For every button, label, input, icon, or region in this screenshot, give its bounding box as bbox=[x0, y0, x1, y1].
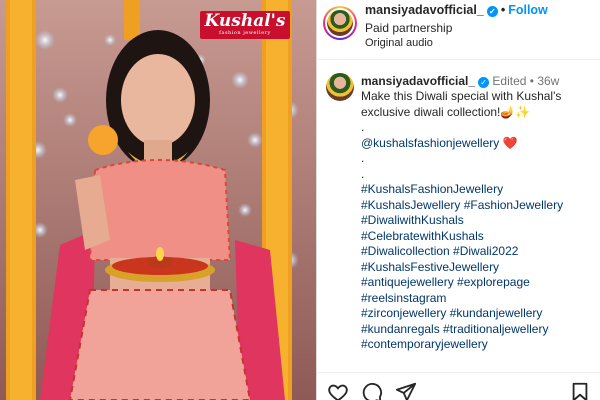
kushals-logo: Kushal's fashion jewellery bbox=[200, 11, 290, 39]
avatar bbox=[327, 10, 353, 36]
hashtag-link[interactable]: #antiquejewellery #explorepage bbox=[361, 275, 530, 289]
caption-line: #KushalsJewellery #FashionJewellery bbox=[361, 198, 593, 214]
hashtag-link[interactable]: #kundanregals #traditionaljewellery bbox=[361, 322, 548, 336]
hashtag-link[interactable]: #Diwalicollection #Diwali2022 bbox=[361, 244, 518, 258]
caption-line: #CelebratewithKushals bbox=[361, 229, 593, 245]
paid-partnership-label[interactable]: Paid partnership bbox=[365, 21, 452, 35]
comment-icon[interactable] bbox=[361, 381, 383, 400]
caption-line: #zirconjewellery #kundanjewellery bbox=[361, 306, 593, 322]
caption-text: Make this Diwali special with Kushal's ex… bbox=[361, 89, 593, 353]
header-separator: • bbox=[500, 3, 506, 17]
caption-line: #KushalsFashionJewellery bbox=[361, 182, 593, 198]
hashtag-link[interactable]: #DiwaliwithKushals bbox=[361, 213, 464, 227]
caption-verified-icon: ✓ bbox=[478, 77, 490, 88]
caption-line: #contemporaryjewellery bbox=[361, 337, 593, 353]
caption-line: exclusive diwali collection!🪔✨ bbox=[361, 105, 593, 121]
brand-logo-text: Kushal's bbox=[204, 11, 286, 31]
post-media[interactable]: Kushal's fashion jewellery bbox=[0, 0, 316, 400]
caption-line: #Diwalicollection #Diwali2022 bbox=[361, 244, 593, 260]
hashtag-link[interactable]: #zirconjewellery #kundanjewellery bbox=[361, 306, 542, 320]
share-icon[interactable] bbox=[395, 381, 417, 400]
caption-line: @kushalsfashionjewellery ❤️ bbox=[361, 136, 593, 152]
caption-line: . bbox=[361, 120, 593, 136]
caption-line-text: Make this Diwali special with Kushal's bbox=[361, 89, 562, 103]
caption-username[interactable]: mansiyadavofficial_ bbox=[361, 74, 475, 88]
caption-avatar[interactable] bbox=[326, 73, 354, 101]
original-audio-link[interactable]: Original audio bbox=[365, 37, 433, 49]
post-age[interactable]: 36w bbox=[537, 74, 559, 88]
caption-line: #antiquejewellery #explorepage bbox=[361, 275, 593, 291]
heart-icon[interactable] bbox=[327, 381, 349, 400]
caption-line: Make this Diwali special with Kushal's bbox=[361, 89, 593, 105]
caption-line: #kundanregals #traditionaljewellery bbox=[361, 322, 593, 338]
bookmark-icon[interactable] bbox=[569, 381, 591, 400]
caption-header: mansiyadavofficial_ ✓ Edited • 36w bbox=[361, 74, 559, 88]
hashtag-link[interactable]: @kushalsfashionjewellery bbox=[361, 136, 499, 150]
caption-line: . bbox=[361, 151, 593, 167]
hashtag-link[interactable]: #reelsinstagram bbox=[361, 291, 446, 305]
heart-emoji: ❤️ bbox=[499, 135, 518, 150]
post-image bbox=[0, 0, 316, 400]
caption-separator: • bbox=[529, 74, 534, 88]
header-user-row: mansiyadavofficial_ ✓ • Follow bbox=[365, 3, 548, 17]
caption-line-text: exclusive diwali collection!🪔✨ bbox=[361, 104, 531, 119]
caption-line-text: . bbox=[361, 120, 365, 134]
hashtag-link[interactable]: #KushalsFestiveJewellery bbox=[361, 260, 499, 274]
hashtag-link[interactable]: #KushalsFashionJewellery bbox=[361, 182, 503, 196]
post-header: mansiyadavofficial_ ✓ • Follow Paid partner… bbox=[317, 0, 600, 60]
caption-line: #reelsinstagram bbox=[361, 291, 593, 307]
hashtag-link[interactable]: #CelebratewithKushals bbox=[361, 229, 484, 243]
story-ring-avatar[interactable] bbox=[323, 6, 357, 40]
caption-line: . bbox=[361, 167, 593, 183]
caption-line-text: . bbox=[361, 166, 365, 181]
header-username[interactable]: mansiyadavofficial_ bbox=[365, 3, 484, 17]
follow-button[interactable]: Follow bbox=[508, 3, 548, 17]
action-bar bbox=[317, 372, 600, 400]
hashtag-link[interactable]: #KushalsJewellery #FashionJewellery bbox=[361, 198, 563, 212]
verified-badge-icon: ✓ bbox=[486, 6, 498, 17]
caption-line: #KushalsFestiveJewellery bbox=[361, 260, 593, 276]
edited-label: Edited bbox=[492, 74, 527, 88]
caption-line-text: . bbox=[361, 151, 365, 165]
caption-line: #DiwaliwithKushals bbox=[361, 213, 593, 229]
hashtag-link[interactable]: #contemporaryjewellery bbox=[361, 337, 488, 351]
